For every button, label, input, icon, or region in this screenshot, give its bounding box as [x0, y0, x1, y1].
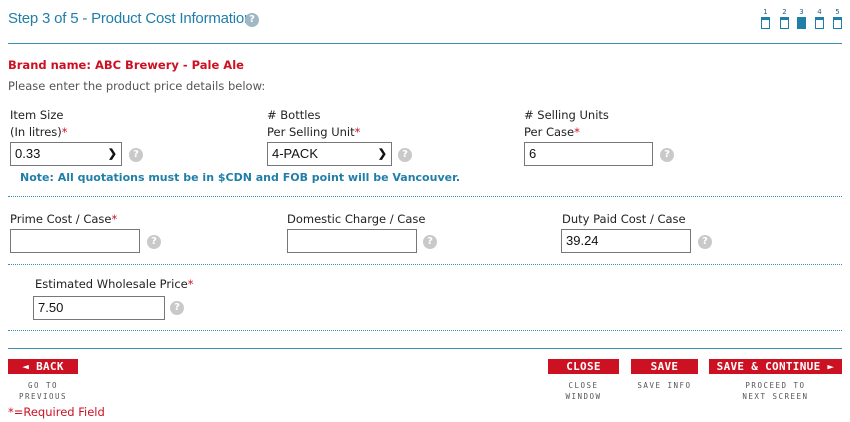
- duty-paid-label: Duty Paid Cost / Case: [562, 212, 686, 226]
- bottles-value: 4-PACK: [272, 146, 318, 161]
- bottle-icon: [761, 17, 770, 29]
- page-title: Step 3 of 5 - Product Cost Information: [8, 10, 253, 27]
- help-icon[interactable]: ?: [698, 235, 712, 249]
- save-caption: SAVE INFO: [626, 380, 703, 391]
- save-continue-button[interactable]: SAVE & CONTINUE ►: [709, 359, 842, 374]
- step-indicator-5: 5: [833, 8, 842, 29]
- selling-units-label-line1: # Selling Units: [524, 108, 609, 122]
- back-caption-line2: PREVIOUS: [18, 392, 68, 401]
- step-number: 1: [763, 8, 768, 16]
- step-indicator-1: 1: [761, 8, 770, 29]
- save-button[interactable]: SAVE: [631, 359, 698, 374]
- help-icon[interactable]: ?: [170, 301, 184, 315]
- close-caption: CLOSE WINDOW: [548, 380, 619, 402]
- back-button[interactable]: ◄ BACK: [8, 359, 78, 374]
- step-number: 4: [817, 8, 822, 16]
- help-icon[interactable]: ?: [398, 148, 412, 162]
- wholesale-input[interactable]: 7.50: [33, 296, 165, 320]
- item-size-label-line1: Item Size: [10, 108, 64, 122]
- required-field-note: *=Required Field: [8, 405, 105, 419]
- bottle-icon: [833, 17, 842, 29]
- step-number: 5: [835, 8, 840, 16]
- duty-paid-input[interactable]: 39.24: [561, 229, 691, 253]
- required-marker: *: [574, 125, 580, 139]
- header-divider: [8, 43, 842, 44]
- intro-text: Please enter the product price details b…: [8, 79, 266, 93]
- currency-note: Note: All quotations must be in $CDN and…: [20, 171, 461, 184]
- step-indicator-3: 3: [797, 8, 806, 29]
- help-icon[interactable]: ?: [129, 148, 143, 162]
- back-caption: GO TO PREVIOUS: [8, 380, 78, 402]
- required-marker: *: [111, 212, 118, 226]
- bottles-select[interactable]: 4-PACK ❯: [267, 142, 392, 166]
- selling-units-label: # Selling Units Per Case*: [524, 107, 609, 141]
- section-divider: [8, 330, 842, 331]
- item-size-select[interactable]: 0.33 ❯: [10, 142, 122, 166]
- item-size-value: 0.33: [15, 146, 41, 161]
- section-divider: [8, 264, 842, 265]
- domestic-charge-input[interactable]: [287, 229, 417, 253]
- bottles-label-line1: # Bottles: [267, 108, 321, 122]
- prime-cost-label-text: Prime Cost / Case: [10, 212, 112, 226]
- save-continue-caption-line1: PROCEED TO: [745, 381, 806, 390]
- brand-name: Brand name: ABC Brewery - Pale Ale: [8, 58, 244, 72]
- footer-divider: [8, 348, 842, 349]
- step-number: 2: [782, 8, 787, 16]
- bottles-label-line2: Per Selling Unit: [267, 125, 355, 139]
- bottle-icon: [780, 17, 789, 29]
- prime-cost-label: Prime Cost / Case*: [10, 211, 117, 228]
- item-size-label: Item Size (In litres)*: [10, 107, 68, 141]
- close-caption-line1: CLOSE: [568, 381, 599, 390]
- bottle-icon: [815, 17, 824, 29]
- required-marker: *: [187, 277, 194, 291]
- save-continue-caption-line2: NEXT SCREEN: [742, 392, 809, 401]
- wholesale-label-text: Estimated Wholesale Price: [35, 277, 188, 291]
- required-marker: *: [354, 125, 361, 139]
- close-caption-line2: WINDOW: [565, 392, 602, 401]
- prime-cost-input[interactable]: [10, 229, 140, 253]
- help-icon[interactable]: ?: [660, 148, 674, 162]
- chevron-down-icon: ❯: [107, 148, 117, 160]
- selling-units-input[interactable]: 6: [524, 142, 653, 166]
- back-caption-line1: GO TO: [27, 381, 59, 390]
- help-icon[interactable]: ?: [245, 13, 259, 27]
- step-indicator-4: 4: [815, 8, 824, 29]
- help-icon[interactable]: ?: [147, 235, 161, 249]
- bottle-icon: [797, 17, 806, 29]
- save-continue-caption: PROCEED TO NEXT SCREEN: [709, 380, 842, 402]
- item-size-label-line2: (In litres): [10, 125, 62, 139]
- save-caption-line1: SAVE INFO: [637, 381, 692, 390]
- chevron-down-icon: ❯: [377, 148, 387, 160]
- required-marker: *: [61, 125, 68, 139]
- help-icon[interactable]: ?: [423, 235, 437, 249]
- wholesale-label: Estimated Wholesale Price*: [35, 276, 193, 293]
- selling-units-label-line2: Per Case: [524, 125, 575, 139]
- section-divider: [8, 196, 842, 197]
- domestic-charge-label: Domestic Charge / Case: [287, 212, 426, 226]
- close-button[interactable]: CLOSE: [548, 359, 619, 374]
- step-number: 3: [799, 8, 804, 16]
- step-indicator-2: 2: [780, 8, 789, 29]
- bottles-label: # Bottles Per Selling Unit*: [267, 107, 360, 141]
